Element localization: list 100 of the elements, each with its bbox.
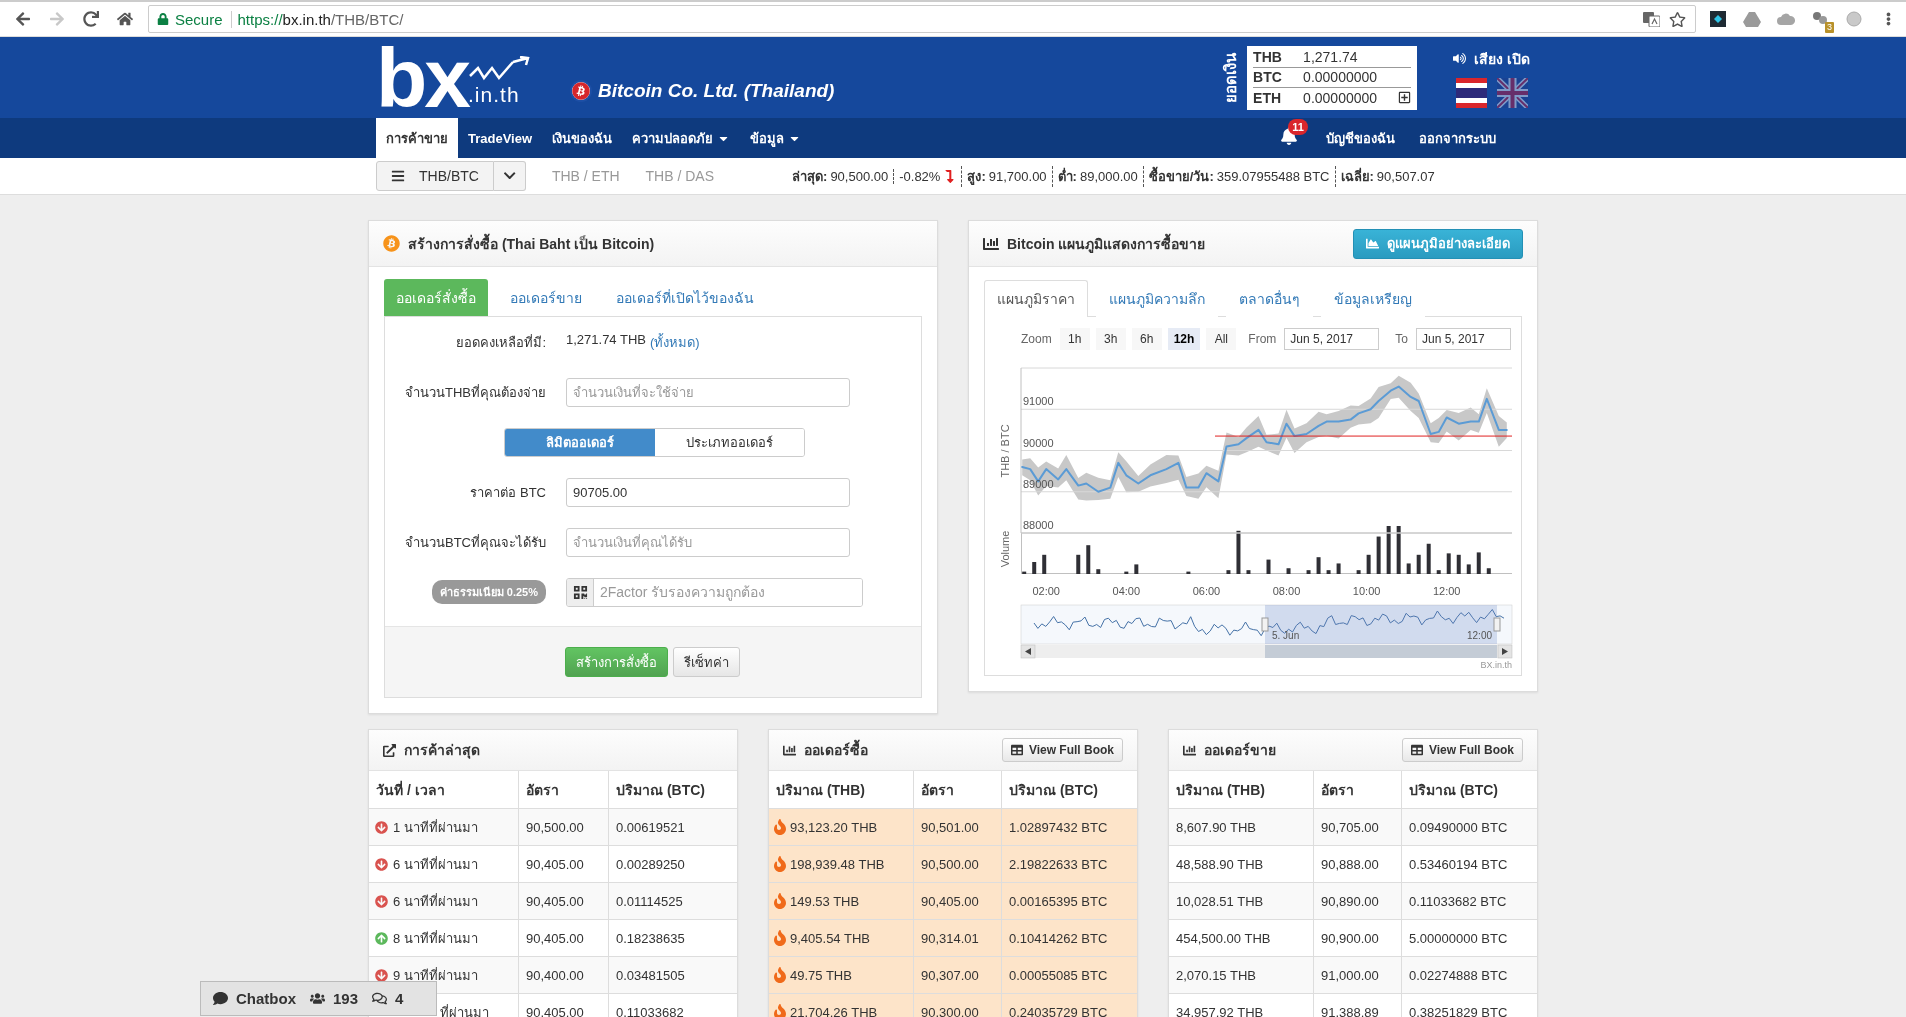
extension-circle-icon: [1846, 11, 1862, 27]
currency-code: ETH: [1253, 89, 1283, 106]
cloud-icon: [1777, 12, 1795, 26]
table-cell-text: 1 นาทีที่ผ่านมา: [393, 818, 478, 837]
table-cell: 90,501.00: [921, 819, 979, 835]
zoom-range-button[interactable]: 1h: [1059, 328, 1090, 350]
chart-tab[interactable]: แผนภูมิราคา: [984, 280, 1088, 317]
order-tab[interactable]: ออเดอร์ที่เปิดไว้ของฉัน: [604, 279, 766, 316]
stat-label: ซื้อขาย/วัน:: [1148, 165, 1214, 186]
zoom-range-button[interactable]: 12h: [1167, 328, 1201, 350]
all-link[interactable]: (ทั้งหมด): [650, 331, 700, 353]
nav-link[interactable]: บัญชีของฉัน: [1316, 118, 1405, 158]
table-cell: 90,405.00: [526, 930, 584, 946]
table-cell: 0.10414262 BTC: [1009, 930, 1108, 946]
two-factor-field[interactable]: 2Factor รับรองความถูกต้อง: [566, 577, 863, 607]
price-change: -0.82%: [899, 168, 941, 184]
table-cell: 90,307.00: [921, 967, 979, 983]
view-full-book-button[interactable]: View Full Book: [1401, 738, 1523, 762]
forward-icon: [49, 11, 65, 27]
axis-label: 02:00: [1032, 585, 1060, 597]
table-cell: 1.02897432 BTC: [1009, 819, 1108, 835]
table-cell: 93,123.20 THB: [790, 819, 878, 835]
table-cell: 2.19822633 BTC: [1009, 856, 1108, 872]
table-cell: 0.00289250: [616, 856, 685, 872]
secure-label: Secure: [175, 10, 232, 28]
table-cell: 149.53 THB: [790, 893, 860, 909]
column-header: วันที่ / เวลา: [369, 771, 519, 808]
zoom-range-button[interactable]: 6h: [1131, 328, 1162, 350]
fee-label: ค่าธรรมเนียม 0.25%: [431, 580, 546, 604]
sound-toggle[interactable]: เสียง เปิด: [1474, 47, 1530, 70]
flame-icon: [772, 967, 788, 983]
order-type-toggle[interactable]: ลิมิตออเดอร์: [505, 428, 655, 456]
toolbar-button[interactable]: [1667, 9, 1687, 29]
view-full-book-button[interactable]: View Full Book: [1001, 738, 1123, 762]
table-cell: 0.01114525: [616, 893, 683, 909]
navigator-scrollbar[interactable]: [1020, 644, 1513, 659]
thai-flag-icon[interactable]: [1455, 77, 1487, 108]
nav-item[interactable]: TradeView: [458, 118, 543, 158]
zoom-label: Zoom: [1021, 332, 1052, 346]
nav-item[interactable]: เงินของฉัน: [542, 118, 623, 158]
reset-button[interactable]: รีเซ็ทค่า: [673, 647, 740, 677]
chatbox-label: Chatbox: [236, 990, 296, 1007]
flame-icon: [772, 1004, 788, 1017]
table-cell: 198,939.48 THB: [790, 856, 885, 872]
navigator-label: 12:00: [1467, 630, 1493, 641]
table-cell: 90,314.01: [921, 930, 979, 946]
field-label: ยอดคงเหลือที่มี:: [455, 333, 546, 352]
column-header: ปริมาณ (THB): [769, 771, 914, 808]
stat-value: 89,000.00: [1079, 168, 1138, 184]
input-field[interactable]: จำนวนเงินที่จะใช้จ่าย: [566, 377, 850, 407]
nav-item[interactable]: ความปลอดภัย: [622, 118, 741, 158]
lock-icon: [157, 13, 169, 25]
market-dropdown-button[interactable]: [493, 161, 526, 191]
chatbox-bar[interactable]: Chatbox 193 4: [200, 981, 437, 1016]
flame-icon: [772, 930, 788, 946]
zoom-range-button[interactable]: 3h: [1095, 328, 1126, 350]
input-field[interactable]: จำนวนเงินที่คุณได้รับ: [566, 527, 850, 557]
market-select[interactable]: THB/BTC: [376, 161, 494, 191]
input-field[interactable]: 90705.00: [566, 477, 850, 507]
table-cell: 0.00055085 BTC: [1009, 967, 1108, 983]
axis-label: 91000: [1023, 395, 1054, 408]
table-icon: [1410, 744, 1423, 756]
nav-item[interactable]: การค้าขาย: [376, 118, 458, 158]
nav-item[interactable]: ข้อมูล: [740, 118, 812, 158]
bar-chart-icon: [983, 235, 999, 252]
stat-label: ต่ำ:: [1057, 166, 1077, 186]
column-header: ปริมาณ (BTC): [1408, 780, 1499, 800]
chat-bubble-icon: [213, 991, 228, 1006]
nav-link[interactable]: ออกจากระบบ: [1409, 118, 1506, 158]
axis-label: 10:00: [1352, 585, 1381, 597]
uk-flag-icon[interactable]: [1496, 77, 1528, 108]
table-cell: 10,028.51 THB: [1176, 893, 1264, 909]
panel-title: ออเดอร์ขาย: [1204, 741, 1276, 760]
bitcoin-badge-icon: [570, 79, 593, 102]
toolbar-button[interactable]: [1708, 9, 1728, 29]
url-text: https://bx.in.th/THB/BTC/: [237, 10, 404, 28]
axis-title: Volume: [999, 530, 1011, 568]
table-cell: 0.09490000 BTC: [1409, 819, 1508, 835]
reload-icon: [83, 11, 99, 27]
table-cell: 0.00165395 BTC: [1009, 893, 1108, 909]
message-count: 4: [395, 990, 404, 1007]
table-cell: 90,500.00: [921, 856, 979, 872]
qr-code-icon: [572, 584, 588, 600]
address-bar[interactable]: Secure https://bx.in.th/THB/BTC/: [148, 5, 1696, 33]
area-chart-icon: [1366, 237, 1379, 250]
stat-value: 90,500.00: [830, 168, 889, 184]
home-icon: [117, 11, 133, 27]
table-cell-text: 8 นาทีที่ผ่านมา: [393, 929, 478, 948]
to-date-field[interactable]: Jun 5, 2017: [1416, 328, 1511, 350]
order-tab[interactable]: ออเดอร์ขาย: [498, 279, 594, 316]
currency-code: THB: [1253, 49, 1283, 65]
table-cell: 454,500.00 THB: [1176, 930, 1271, 946]
table-cell-text: ที่ผ่านมา: [440, 1003, 489, 1017]
zoom-range-button[interactable]: All: [1206, 328, 1237, 350]
from-date-field[interactable]: Jun 5, 2017: [1284, 328, 1380, 350]
navigator-drawing[interactable]: [1020, 604, 1513, 645]
table-cell: 90,405.00: [526, 856, 584, 872]
expand-icon[interactable]: [1398, 91, 1412, 104]
axis-label: 88000: [1023, 519, 1054, 531]
field-label: จำนวนTHBที่คุณต้องจ่าย: [404, 383, 546, 403]
